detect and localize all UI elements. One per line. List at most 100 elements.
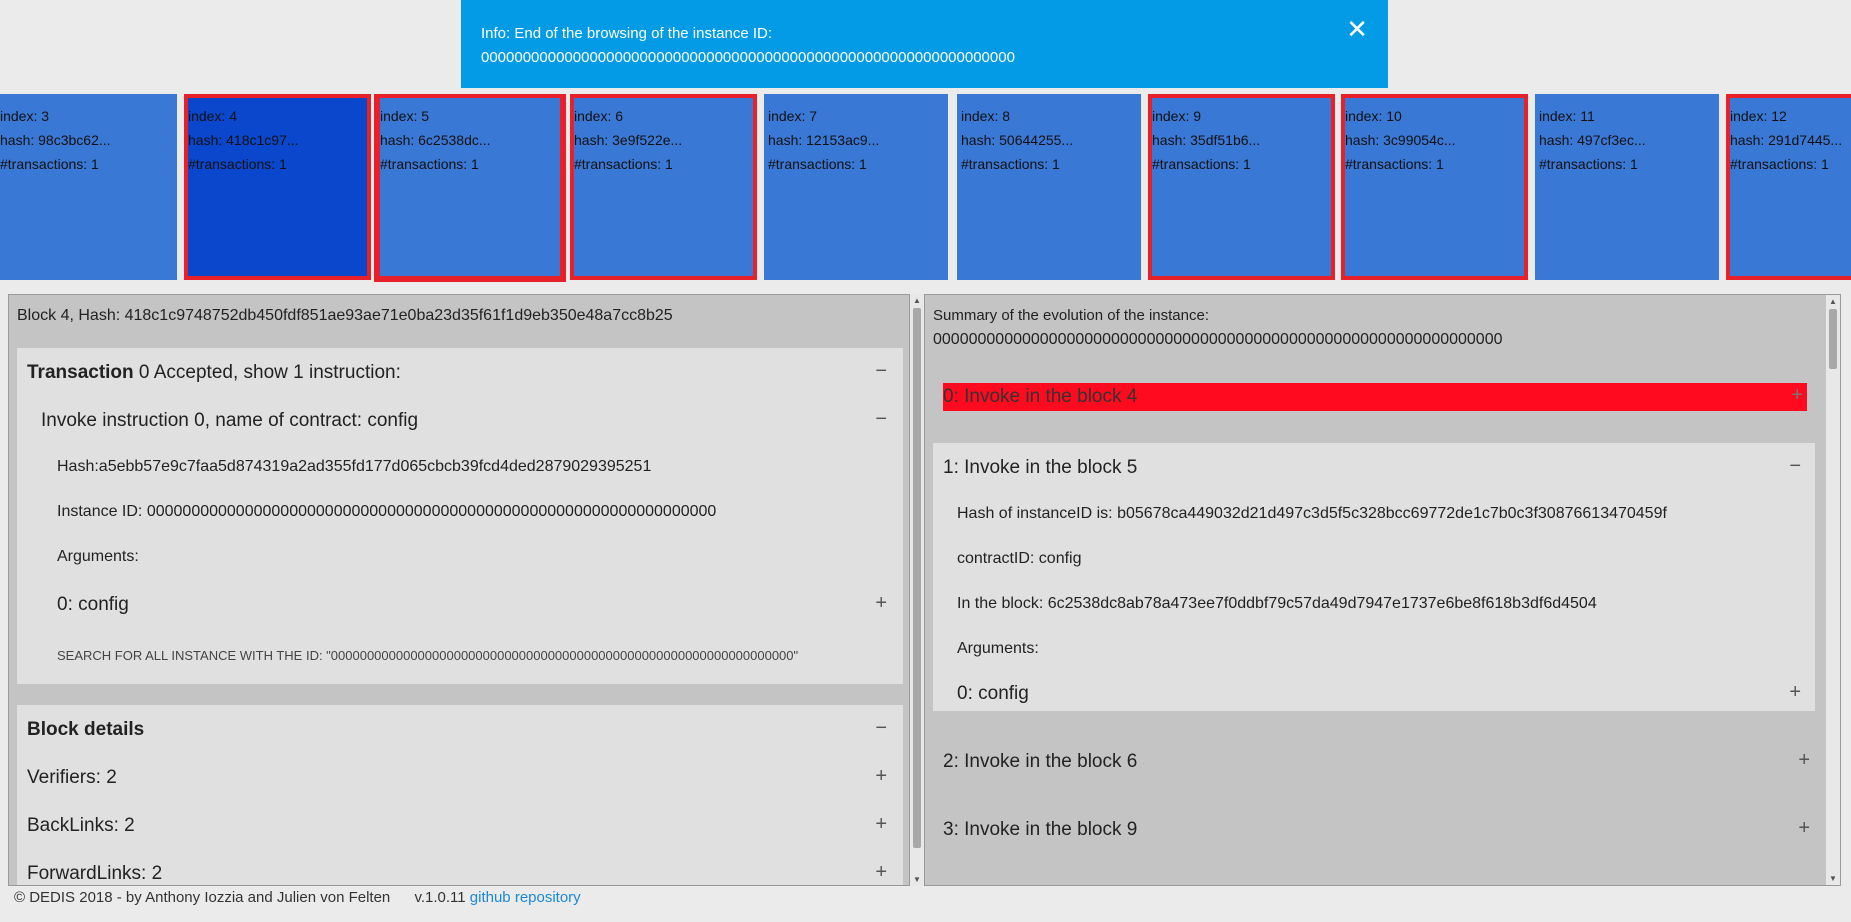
expand-icon[interactable]: + — [1798, 749, 1810, 772]
block-title: Block 4, Hash: 418c1c9748752db450fdf851a… — [17, 307, 673, 324]
block-hash: hash: 50644255... — [961, 132, 1074, 148]
transaction-bold: Transaction — [27, 362, 134, 383]
transaction-heading[interactable]: Transaction 0 Accepted, show 1 instructi… — [27, 362, 401, 384]
block-transactions: #transactions: 1 — [188, 156, 287, 172]
github-link[interactable]: github repository — [470, 889, 581, 906]
block-card-4[interactable]: index: 4 hash: 418c1c97... #transactions… — [184, 94, 371, 280]
block-card-11[interactable]: index: 11 hash: 497cf3ec... #transaction… — [1535, 94, 1719, 280]
scroll-thumb[interactable] — [913, 308, 921, 848]
argument-item[interactable]: 0: config — [957, 683, 1029, 705]
instruction-heading[interactable]: Invoke instruction 0, name of contract: … — [41, 410, 418, 432]
expand-icon[interactable]: + — [875, 765, 887, 788]
expand-icon[interactable]: + — [875, 813, 887, 836]
blocks-strip[interactable]: index: 3 hash: 98c3bc62... #transactions… — [0, 94, 1851, 284]
block-index: index: 8 — [961, 108, 1011, 124]
collapse-icon[interactable]: − — [1789, 455, 1801, 478]
block-card-10[interactable]: index: 10 hash: 3c99054c... #transaction… — [1341, 94, 1528, 280]
block-hash: hash: 12153ac9... — [768, 132, 880, 148]
expand-icon[interactable]: + — [875, 592, 887, 615]
transaction-status: 0 Accepted, show 1 instruction: — [133, 362, 401, 383]
scroll-up-icon[interactable]: ▲ — [1826, 297, 1840, 306]
block-index: index: 7 — [768, 108, 818, 124]
block-transactions: #transactions: 1 — [768, 156, 867, 172]
summary-item-label[interactable]: 1: Invoke in the block 5 — [943, 457, 1137, 479]
in-block-hash: In the block: 6c2538dc8ab78a473ee7f0ddbf… — [957, 595, 1597, 612]
collapse-icon[interactable]: − — [875, 360, 887, 383]
right-panel-scrollbar[interactable]: ▲ ▼ — [1826, 295, 1840, 885]
left-panel-scrollbar[interactable]: ▲ ▼ — [910, 294, 924, 886]
block-transactions: #transactions: 1 — [0, 156, 99, 172]
copyright: © DEDIS 2018 - by Anthony Iozzia and Jul… — [14, 889, 391, 906]
transaction-card: Transaction 0 Accepted, show 1 instructi… — [17, 348, 903, 684]
info-notification: Info: End of the browsing of the instanc… — [461, 0, 1388, 88]
summary-item-1: 1: Invoke in the block 5 − Hash of insta… — [933, 443, 1815, 711]
block-card-6[interactable]: index: 6 hash: 3e9f522e... #transactions… — [570, 94, 757, 280]
arguments-label: Arguments: — [957, 640, 1039, 657]
block-hash: hash: 497cf3ec... — [1539, 132, 1646, 148]
block-hash: hash: 98c3bc62... — [0, 132, 111, 148]
scroll-down-icon[interactable]: ▼ — [910, 875, 924, 884]
block-details-heading[interactable]: Block details — [27, 719, 144, 741]
summary-instance-id: 0000000000000000000000000000000000000000… — [933, 331, 1503, 348]
block-transactions: #transactions: 1 — [380, 156, 479, 172]
instance-id: Instance ID: 000000000000000000000000000… — [57, 503, 717, 520]
block-card-12[interactable]: index: 12 hash: 291d7445... #transaction… — [1726, 94, 1851, 280]
version: v.1.0.11 — [414, 889, 466, 906]
hash-of-instance: Hash of instanceID is: b05678ca449032d21… — [957, 505, 1667, 522]
block-transactions: #transactions: 1 — [1539, 156, 1638, 172]
block-transactions: #transactions: 1 — [1345, 156, 1444, 172]
scroll-up-icon[interactable]: ▲ — [910, 296, 924, 305]
block-card-7[interactable]: index: 7 hash: 12153ac9... #transactions… — [764, 94, 948, 280]
expand-icon[interactable]: + — [1789, 681, 1801, 704]
block-hash: hash: 3e9f522e... — [574, 132, 683, 148]
contract-id: contractID: config — [957, 550, 1082, 567]
scroll-down-icon[interactable]: ▼ — [1826, 874, 1840, 883]
block-index: index: 9 — [1152, 108, 1202, 124]
expand-icon[interactable]: + — [1791, 384, 1803, 407]
block-card-3[interactable]: index: 3 hash: 98c3bc62... #transactions… — [0, 94, 177, 280]
notification-instance-id: 0000000000000000000000000000000000000000… — [481, 49, 1015, 66]
collapse-icon[interactable]: − — [875, 408, 887, 431]
block-details-card: Block details − Verifiers: 2 + BackLinks… — [17, 705, 903, 885]
block-hash: hash: 35df51b6... — [1152, 132, 1261, 148]
expand-icon[interactable]: + — [875, 861, 887, 884]
block-card-5[interactable]: index: 5 hash: 6c2538dc... #transactions… — [374, 94, 566, 282]
collapse-icon[interactable]: − — [875, 717, 887, 740]
block-transactions: #transactions: 1 — [1730, 156, 1829, 172]
block-detail-panel: Block 4, Hash: 418c1c9748752db450fdf851a… — [8, 294, 910, 886]
summary-item-3[interactable]: 3: Invoke in the block 9 — [943, 819, 1137, 841]
block-index: index: 4 — [188, 108, 238, 124]
summary-title: Summary of the evolution of the instance… — [933, 307, 1209, 324]
verifiers-item[interactable]: Verifiers: 2 — [27, 767, 117, 789]
block-index: index: 6 — [574, 108, 624, 124]
summary-item-0[interactable]: 0: Invoke in the block 4 + — [943, 383, 1807, 411]
summary-item-label: 0: Invoke in the block 4 — [943, 386, 1138, 407]
block-hash: hash: 291d7445... — [1730, 132, 1843, 148]
notification-title: Info: End of the browsing of the instanc… — [481, 25, 773, 42]
block-index: index: 10 — [1345, 108, 1402, 124]
block-hash: hash: 418c1c97... — [188, 132, 299, 148]
close-icon[interactable]: ✕ — [1346, 16, 1368, 42]
scroll-thumb[interactable] — [1829, 309, 1837, 369]
block-transactions: #transactions: 1 — [961, 156, 1060, 172]
search-instance-button[interactable]: SEARCH FOR ALL INSTANCE WITH THE ID: "00… — [57, 648, 798, 663]
arguments-label: Arguments: — [57, 548, 139, 565]
expand-icon[interactable]: + — [1798, 817, 1810, 840]
block-hash: hash: 6c2538dc... — [380, 132, 491, 148]
block-card-9[interactable]: index: 9 hash: 35df51b6... #transactions… — [1148, 94, 1335, 280]
argument-item[interactable]: 0: config — [57, 594, 129, 616]
instance-summary-panel: Summary of the evolution of the instance… — [924, 294, 1841, 886]
block-index: index: 3 — [0, 108, 50, 124]
block-transactions: #transactions: 1 — [1152, 156, 1251, 172]
backlinks-item[interactable]: BackLinks: 2 — [27, 815, 135, 837]
block-index: index: 5 — [380, 108, 430, 124]
forwardlinks-item[interactable]: ForwardLinks: 2 — [27, 863, 162, 885]
block-hash: hash: 3c99054c... — [1345, 132, 1456, 148]
block-index: index: 12 — [1730, 108, 1787, 124]
instruction-hash: Hash:a5ebb57e9c7faa5d874319a2ad355fd177d… — [57, 458, 652, 475]
block-transactions: #transactions: 1 — [574, 156, 673, 172]
summary-item-2[interactable]: 2: Invoke in the block 6 — [943, 751, 1137, 773]
footer: © DEDIS 2018 - by Anthony Iozzia and Jul… — [14, 889, 581, 906]
block-card-8[interactable]: index: 8 hash: 50644255... #transactions… — [957, 94, 1141, 280]
block-index: index: 11 — [1539, 108, 1595, 124]
